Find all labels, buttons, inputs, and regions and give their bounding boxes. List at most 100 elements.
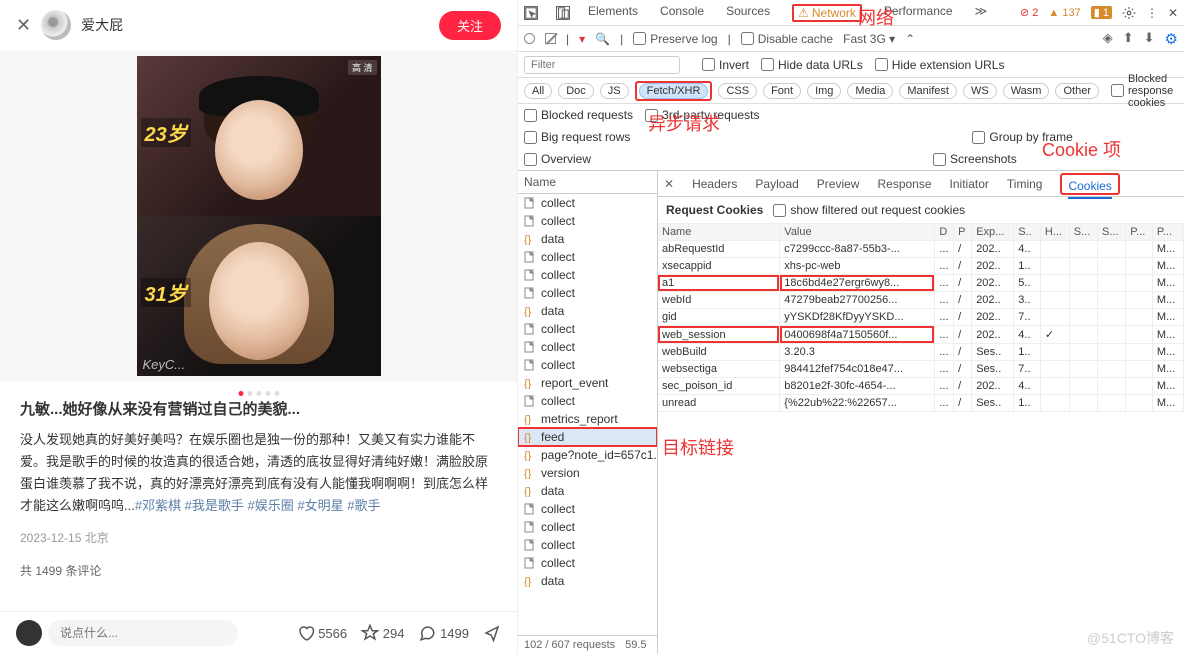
- tab-network[interactable]: ⚠ Network: [792, 4, 862, 22]
- hashtags[interactable]: #邓紫棋 #我是歌手 #娱乐圈 #女明星 #歌手: [135, 498, 381, 513]
- cookie-row[interactable]: web_session0400698f4a7150560f....../202.…: [658, 326, 1184, 344]
- tab-headers[interactable]: Headers: [692, 177, 737, 191]
- chip-ws[interactable]: WS: [963, 83, 997, 99]
- avatar[interactable]: [41, 10, 71, 40]
- kebab-icon[interactable]: ⋮: [1146, 6, 1158, 20]
- request-row[interactable]: collect: [518, 536, 657, 554]
- cookie-row[interactable]: websectiga984412fef754c018e47....../Ses.…: [658, 361, 1184, 378]
- cookie-row[interactable]: webId47279beab27700256....../202..3..M..…: [658, 292, 1184, 309]
- filter-icon[interactable]: ▾: [579, 32, 585, 46]
- name-header[interactable]: Name: [518, 171, 657, 194]
- hide-urls-checkbox[interactable]: Hide data URLs: [761, 58, 863, 72]
- request-row[interactable]: {}data: [518, 572, 657, 590]
- throttle-select[interactable]: Fast 3G: [843, 32, 895, 46]
- chip-media[interactable]: Media: [847, 83, 893, 99]
- record-icon[interactable]: [524, 33, 535, 44]
- like-button[interactable]: 5566: [297, 624, 348, 642]
- request-row[interactable]: {}data: [518, 302, 657, 320]
- settings-gear-icon[interactable]: ⚙: [1165, 30, 1178, 48]
- blocked-requests-checkbox[interactable]: Blocked requests: [524, 108, 633, 122]
- chip-js[interactable]: JS: [600, 83, 629, 99]
- request-row[interactable]: collect: [518, 356, 657, 374]
- group-frame-checkbox[interactable]: Group by frame: [972, 130, 1072, 144]
- disable-cache-checkbox[interactable]: Disable cache: [741, 32, 833, 46]
- upload-icon[interactable]: ⬆: [1123, 30, 1134, 48]
- comment-input[interactable]: [48, 620, 238, 646]
- cookie-row[interactable]: webBuild3.20.3.../Ses..1..M...: [658, 344, 1184, 361]
- info-badge[interactable]: ▮ 1: [1091, 6, 1112, 19]
- inspect-icon[interactable]: [524, 6, 538, 20]
- third-party-checkbox[interactable]: 3rd-party requests: [645, 108, 759, 122]
- error-badge[interactable]: ⊘ 2: [1020, 6, 1038, 19]
- request-row[interactable]: collect: [518, 320, 657, 338]
- gear-icon[interactable]: [1122, 6, 1136, 20]
- request-row[interactable]: {}version: [518, 464, 657, 482]
- wifi-icon[interactable]: ⌃: [905, 32, 915, 46]
- devtools-close-icon[interactable]: ✕: [1168, 6, 1178, 20]
- chip-font[interactable]: Font: [763, 83, 801, 99]
- tab-elements[interactable]: Elements: [588, 4, 638, 22]
- tab-performance[interactable]: Performance: [884, 4, 953, 22]
- chip-all[interactable]: All: [524, 83, 552, 99]
- request-row[interactable]: collect: [518, 284, 657, 302]
- comment-button[interactable]: 1499: [418, 624, 469, 642]
- preserve-log-checkbox[interactable]: Preserve log: [633, 32, 717, 46]
- cookie-row[interactable]: xsecappidxhs-pc-web.../202..1..M...: [658, 258, 1184, 275]
- cookies-table[interactable]: NameValueDPExp...S..H...S...S...P...P...…: [658, 224, 1184, 654]
- request-row[interactable]: collect: [518, 392, 657, 410]
- tab-timing[interactable]: Timing: [1007, 177, 1043, 191]
- request-list[interactable]: collectcollect{}datacollectcollectcollec…: [518, 194, 657, 635]
- tab-more[interactable]: ≫: [975, 4, 988, 22]
- request-row[interactable]: {}data: [518, 482, 657, 500]
- my-avatar[interactable]: [16, 620, 42, 646]
- chip-doc[interactable]: Doc: [558, 83, 594, 99]
- request-row[interactable]: collect: [518, 194, 657, 212]
- request-row[interactable]: {}report_event: [518, 374, 657, 392]
- search-icon[interactable]: 🔍: [595, 32, 610, 46]
- request-row[interactable]: {}page?note_id=657c1...: [518, 446, 657, 464]
- cookie-row[interactable]: sec_poison_idb8201e2f-30fc-4654-....../2…: [658, 378, 1184, 395]
- username[interactable]: 爱大屁: [81, 15, 123, 35]
- follow-button[interactable]: 关注: [439, 11, 501, 40]
- wifi-strength-icon[interactable]: ◈: [1103, 30, 1113, 48]
- filter-input[interactable]: [524, 56, 680, 74]
- request-row[interactable]: {}feed: [518, 428, 657, 446]
- request-row[interactable]: collect: [518, 248, 657, 266]
- request-row[interactable]: collect: [518, 266, 657, 284]
- carousel-dots[interactable]: [238, 391, 279, 396]
- image-carousel[interactable]: 23岁高 清 31岁KeyC...: [0, 50, 517, 382]
- chip-img[interactable]: Img: [807, 83, 841, 99]
- chip-manifest[interactable]: Manifest: [899, 83, 957, 99]
- cookie-row[interactable]: abRequestIdc7299ccc-8a87-55b3-....../202…: [658, 241, 1184, 258]
- cookie-row[interactable]: unread{%22ub%22:%22657....../Ses..1..M..…: [658, 395, 1184, 412]
- screenshots-checkbox[interactable]: Screenshots: [933, 152, 1017, 166]
- overview-checkbox[interactable]: Overview: [524, 152, 591, 166]
- chip-fetch-xhr[interactable]: Fetch/XHR: [639, 83, 709, 99]
- request-row[interactable]: collect: [518, 338, 657, 356]
- tab-cookies[interactable]: Cookies: [1068, 179, 1111, 199]
- tab-response[interactable]: Response: [877, 177, 931, 191]
- chip-wasm[interactable]: Wasm: [1003, 83, 1050, 99]
- request-row[interactable]: collect: [518, 554, 657, 572]
- cookie-row[interactable]: a118c6bd4e27ergr6wy8....../202..5..M...: [658, 275, 1184, 292]
- cookie-row[interactable]: gidyYSKDf28KfDyyYSKD....../202..7..M...: [658, 309, 1184, 326]
- chip-other[interactable]: Other: [1055, 83, 1099, 99]
- hide-ext-checkbox[interactable]: Hide extension URLs: [875, 58, 1005, 72]
- request-row[interactable]: collect: [518, 518, 657, 536]
- invert-checkbox[interactable]: Invert: [702, 58, 749, 72]
- show-filtered-checkbox[interactable]: show filtered out request cookies: [773, 203, 965, 217]
- close-icon[interactable]: ✕: [16, 15, 31, 36]
- tab-console[interactable]: Console: [660, 4, 704, 22]
- clear-icon[interactable]: [545, 33, 556, 44]
- download-icon[interactable]: ⬇: [1144, 30, 1155, 48]
- tab-preview[interactable]: Preview: [817, 177, 860, 191]
- warn-badge[interactable]: ▲ 137: [1048, 7, 1080, 19]
- chip-css[interactable]: CSS: [718, 83, 757, 99]
- device-icon[interactable]: [556, 6, 570, 20]
- star-button[interactable]: 294: [361, 624, 404, 642]
- tab-initiator[interactable]: Initiator: [950, 177, 989, 191]
- request-row[interactable]: {}metrics_report: [518, 410, 657, 428]
- detail-close-icon[interactable]: ✕: [664, 177, 674, 191]
- request-row[interactable]: collect: [518, 500, 657, 518]
- tab-payload[interactable]: Payload: [755, 177, 798, 191]
